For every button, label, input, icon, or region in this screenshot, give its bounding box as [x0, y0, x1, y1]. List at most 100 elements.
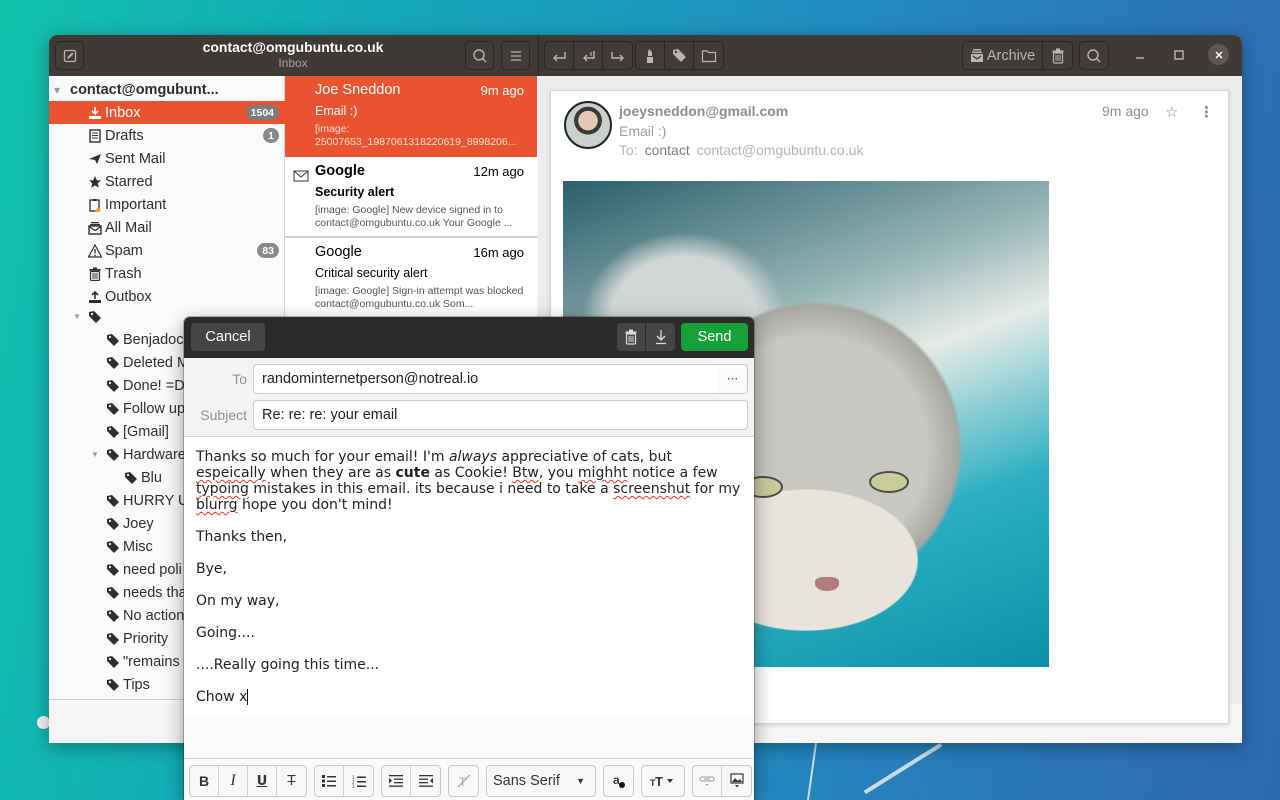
numbered-list-button[interactable]: 123: [344, 766, 373, 796]
label-name: [Gmail]: [123, 423, 169, 440]
expand-arrow-icon[interactable]: ▼: [71, 312, 83, 321]
misspelled-word[interactable]: screenshut: [613, 481, 690, 497]
message-preview: [image: Google] Sign-in attempt was bloc…: [315, 285, 524, 310]
remove-formatting-button[interactable]: T: [449, 766, 478, 796]
move-button[interactable]: [694, 42, 723, 69]
label-name: Misc: [123, 538, 153, 555]
recipient-address[interactable]: contact@omgubuntu.co.uk: [697, 142, 864, 158]
compose-header: Cancel Send: [184, 317, 754, 358]
strikethrough-button[interactable]: T: [277, 766, 306, 796]
compose-button[interactable]: [55, 41, 84, 70]
message-time: 12m ago: [473, 164, 524, 179]
minimize-button[interactable]: [1130, 45, 1150, 65]
tag-icon: [87, 309, 103, 325]
to-more-button[interactable]: ···: [718, 364, 748, 394]
account-row[interactable]: ▼ contact@omgubunt...: [49, 79, 285, 101]
more-options-icon[interactable]: ⋮: [1199, 103, 1214, 121]
label-name: needs tha: [123, 584, 187, 601]
message-body-editor[interactable]: Thanks so much for your email! I'm alway…: [184, 437, 754, 717]
message-sender: Google: [315, 163, 365, 179]
sidebar-folder-trash[interactable]: Trash: [49, 262, 285, 285]
unread-count-badge: 83: [257, 243, 279, 258]
maximize-button[interactable]: [1169, 45, 1189, 65]
message-preview: [image: Google] New device signed in to …: [315, 204, 513, 229]
tag-icon: [105, 677, 121, 693]
cancel-button[interactable]: Cancel: [191, 323, 265, 351]
sidebar-folder-spam[interactable]: Spam 83: [49, 239, 285, 262]
reply-button[interactable]: [545, 42, 574, 69]
email-subject: Email :): [619, 123, 667, 139]
font-size-select[interactable]: TT: [641, 765, 685, 797]
font-family-select[interactable]: Sans Serif ▼: [486, 765, 596, 797]
unread-count-badge: 1: [263, 128, 279, 143]
bullet-list-button[interactable]: [315, 766, 344, 796]
bold-button[interactable]: B: [190, 766, 219, 796]
sidebar-folder-sent-mail[interactable]: Sent Mail: [49, 147, 285, 170]
sidebar-folder-starred[interactable]: Starred: [49, 170, 285, 193]
maximize-icon: [1174, 50, 1184, 60]
tag-icon: [105, 424, 121, 440]
outdent-button[interactable]: [411, 766, 440, 796]
mark-button[interactable]: [636, 42, 665, 69]
folder-label: Outbox: [105, 288, 152, 305]
misspelled-word[interactable]: blurrg: [196, 497, 238, 513]
expand-arrow-icon[interactable]: ▼: [89, 450, 101, 459]
detach-button[interactable]: [646, 323, 675, 351]
tag-icon: [105, 516, 121, 532]
inbox-download-icon: [87, 105, 103, 121]
star-icon[interactable]: ☆: [1165, 103, 1178, 121]
folder-label: Trash: [105, 265, 142, 282]
compose-pencil-icon: [63, 49, 76, 62]
misspelled-word[interactable]: mighht: [578, 465, 628, 481]
insert-image-button[interactable]: [722, 766, 751, 796]
underline-button[interactable]: U: [248, 766, 277, 796]
misspelled-word[interactable]: espeically: [196, 465, 266, 481]
reply-all-icon: [583, 50, 595, 61]
label-name: need poli: [123, 561, 182, 578]
delete-button[interactable]: [1043, 42, 1072, 69]
compose-fields: To randominternetperson@notreal.io ··· S…: [184, 358, 754, 437]
clear-format-group: T: [448, 765, 479, 797]
cat-eye: [869, 471, 909, 493]
main-menu-button[interactable]: [501, 41, 530, 70]
body-last-line: Chow x: [196, 689, 249, 705]
subject-field[interactable]: Re: re: re: your email: [253, 400, 748, 430]
conversation-item[interactable]: Joe Sneddon 9m ago Email :) [image: 2500765…: [285, 76, 537, 157]
chevron-down-icon: ▼: [576, 776, 585, 786]
to-prefix: To:: [619, 142, 638, 158]
sidebar-folder-inbox[interactable]: Inbox 1504: [49, 101, 285, 124]
close-button[interactable]: [1208, 44, 1229, 65]
conversation-item[interactable]: Google 16m ago Critical security alert [ima…: [285, 238, 537, 319]
to-field[interactable]: randominternetperson@notreal.io: [253, 364, 719, 394]
discard-button[interactable]: [617, 323, 646, 351]
misspelled-word[interactable]: typoing: [196, 481, 249, 497]
indent-button[interactable]: [382, 766, 411, 796]
sidebar-folder-all-mail[interactable]: All Mail: [49, 216, 285, 239]
sidebar-folder-drafts[interactable]: Drafts 1: [49, 124, 285, 147]
font-color-button[interactable]: a: [604, 766, 633, 796]
tag-icon: [105, 608, 121, 624]
expand-arrow-icon[interactable]: ▼: [54, 86, 64, 95]
unread-envelope-icon[interactable]: [293, 167, 309, 186]
italic-button[interactable]: I: [219, 766, 248, 796]
find-in-conversation-button[interactable]: [1079, 41, 1109, 70]
forward-button[interactable]: [603, 42, 632, 69]
search-button[interactable]: [465, 41, 494, 70]
reply-all-button[interactable]: [574, 42, 603, 69]
sidebar-folder-important[interactable]: Important: [49, 193, 285, 216]
image-icon: [729, 773, 744, 788]
to-value: randominternetperson@notreal.io: [262, 371, 479, 387]
insert-link-button[interactable]: [693, 766, 722, 796]
tag-icon: [105, 447, 121, 463]
folder-label: Sent Mail: [105, 150, 166, 167]
recipient-name[interactable]: contact: [645, 142, 690, 158]
label-button[interactable]: [665, 42, 694, 69]
font-family-value: Sans Serif: [493, 773, 560, 789]
folder-label: Spam: [105, 242, 143, 259]
misspelled-word[interactable]: Btw: [512, 465, 539, 481]
archive-button[interactable]: Archive: [963, 42, 1043, 69]
conversation-item[interactable]: Google 12m ago Security alert [image: Googl…: [285, 157, 537, 238]
window-title: contact@omgubuntu.co.uk Inbox: [149, 39, 437, 70]
tag-icon: [123, 470, 139, 486]
send-button[interactable]: Send: [681, 323, 748, 351]
